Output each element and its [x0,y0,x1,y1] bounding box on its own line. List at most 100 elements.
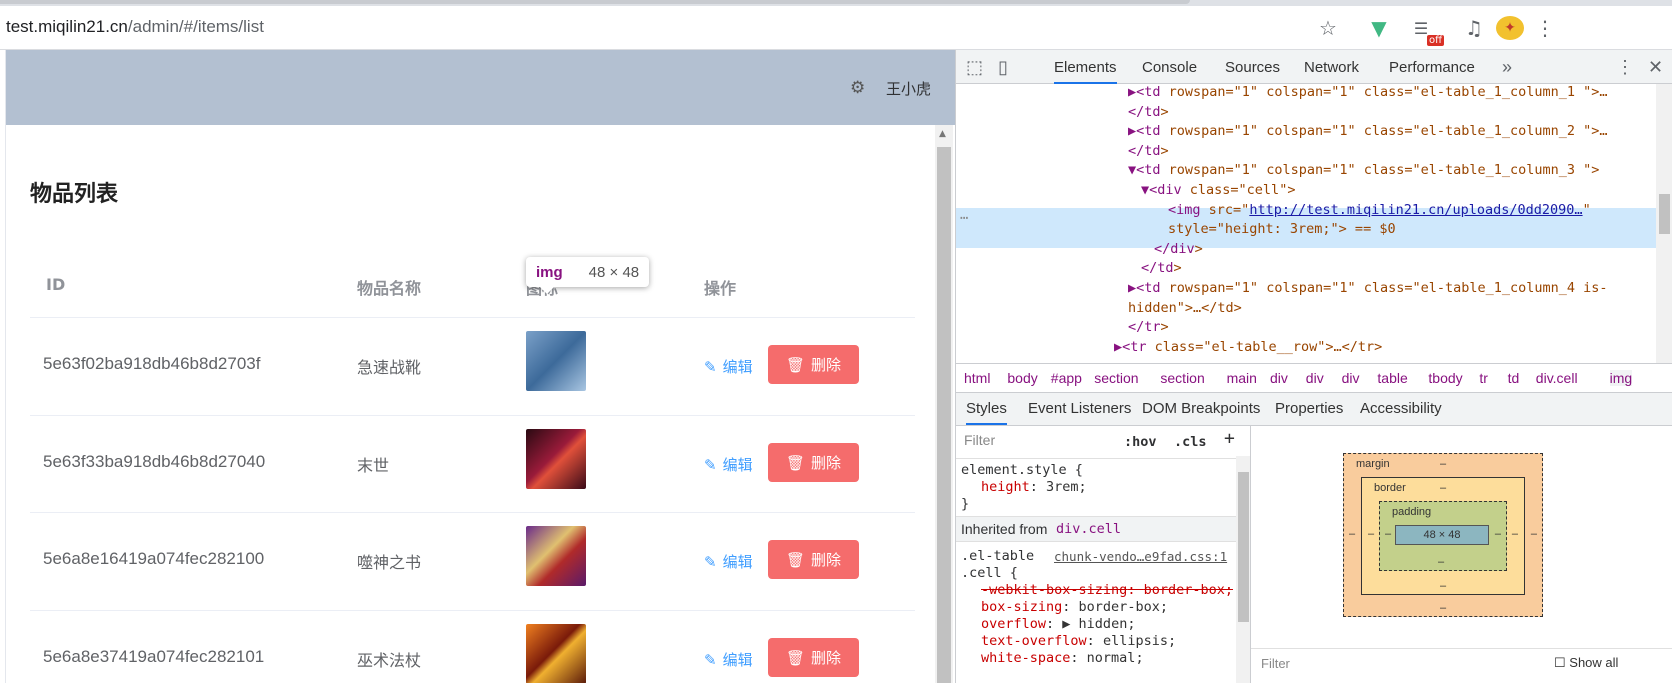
dom-node[interactable]: </div> [1154,239,1203,259]
dom-node[interactable]: <img src="http://test.miqilin21.cn/uploa… [1168,200,1591,220]
styles-pane: Filter :hov .cls + element.style { heigh… [956,426,1251,683]
app-scrollbar[interactable]: ▲ [935,125,953,683]
item-id: 5e6a8e16419a074fec282100 [43,549,265,568]
item-icon-staff [526,624,586,683]
dom-node[interactable]: ▼<div class="cell"> [1141,180,1295,200]
url-text[interactable]: test.miqilin21.cn/admin/#/items/list [6,17,264,37]
device-toolbar-icon[interactable]: ▯ [998,57,1008,78]
settings-gear-icon[interactable]: ⚙ [850,78,865,98]
app-header: ⚙ 王小虎 [6,50,955,125]
edit-icon: ✎ [704,455,717,474]
breadcrumb-item[interactable]: table [1377,370,1407,386]
menu-kebab-icon[interactable]: ⋮ [1535,16,1555,40]
dom-node[interactable]: ▼<td rowspan="1" colspan="1" class="el-t… [1128,160,1599,180]
tab-console[interactable]: Console [1142,59,1197,76]
dom-node[interactable]: </td> [1141,258,1182,278]
page-title: 物品列表 [30,182,119,207]
node-actions-icon[interactable]: ⋯ [960,208,968,228]
breadcrumb-item[interactable]: div [1270,370,1288,386]
edit-button[interactable]: ✎ 编辑 [704,454,753,475]
item-id: 5e63f33ba918db46b8d27040 [43,452,266,471]
breadcrumb-item[interactable]: body [1007,370,1037,386]
delete-button[interactable]: 🗑 删除 [768,638,859,677]
tab-sources[interactable]: Sources [1225,59,1280,76]
tab-dom-breakpoints[interactable]: DOM Breakpoints [1142,400,1260,417]
delete-button[interactable]: 🗑 删除 [768,345,859,384]
edit-button[interactable]: ✎ 编辑 [704,649,753,670]
styles-tab-bar: Styles Event Listeners DOM Breakpoints P… [956,393,1672,426]
vue-devtools-icon[interactable]: ▼ [1365,16,1393,40]
breadcrumb: html body #app section section main div div div t… [956,363,1672,393]
tab-elements[interactable]: Elements [1054,59,1117,84]
dom-node[interactable]: ▶<td rowspan="1" colspan="1" class="el-t… [1128,84,1608,102]
breadcrumb-item[interactable]: #app [1051,370,1082,386]
breadcrumb-item[interactable]: main [1227,370,1257,386]
rule-source-link[interactable]: chunk-vendo…e9fad.css:1 [1054,548,1227,565]
close-devtools-icon[interactable]: ✕ [1648,57,1663,78]
devtools-tab-bar: ⬚ ▯ Elements Console Sources Network Per… [956,50,1672,84]
column-header-actions: 操作 [704,279,737,298]
delete-button[interactable]: 🗑 删除 [768,540,859,579]
table-row: 5e6a8e16419a074fec282100 噬神之书 ✎ 编辑 🗑 删除 [30,513,915,610]
css-declaration[interactable]: white-space: normal; [981,650,1144,667]
breadcrumb-item[interactable]: section [1094,370,1138,386]
inherited-label: Inherited from [961,521,1048,537]
breadcrumb-item[interactable]: td [1508,370,1520,386]
breadcrumb-item[interactable]: tr [1479,370,1488,386]
user-name[interactable]: 王小虎 [886,78,931,99]
item-name: 噬神之书 [357,553,422,572]
hov-toggle[interactable]: :hov [1124,434,1157,451]
dom-node[interactable]: style="height: 3rem;"> == $0 [1168,219,1396,239]
tab-event-listeners[interactable]: Event Listeners [1028,400,1131,417]
breadcrumb-item[interactable]: div [1306,370,1324,386]
playlist-icon[interactable]: ♫ [1460,16,1488,40]
breadcrumb-item[interactable]: div.cell [1536,370,1578,386]
breadcrumb-item[interactable]: div [1342,370,1360,386]
address-bar[interactable]: test.miqilin21.cn/admin/#/items/list ☆ ▼… [0,6,1672,50]
edit-icon: ✎ [704,650,717,669]
more-tabs-icon[interactable]: » [1502,57,1512,78]
extension-list-icon[interactable]: ☰ off [1404,16,1444,46]
dom-node[interactable]: </td> [1128,102,1169,122]
item-id: 5e63f02ba918db46b8d2703f [43,354,261,373]
devtools-menu-icon[interactable]: ⋮ [1616,57,1634,78]
tab-properties[interactable]: Properties [1275,400,1343,417]
bookmark-star-icon[interactable]: ☆ [1314,16,1342,40]
inspect-cursor-icon[interactable]: ⬚ [966,57,983,78]
cls-toggle[interactable]: .cls [1174,434,1207,451]
rule-selector: .cell { [961,565,1018,581]
inherited-from-link[interactable]: div.cell [1056,521,1121,538]
dom-scrollbar[interactable] [1656,84,1672,363]
tab-styles[interactable]: Styles [966,400,1007,425]
new-rule-icon[interactable]: + [1224,430,1235,448]
css-declaration[interactable]: text-overflow: ellipsis; [981,633,1176,650]
dom-node[interactable]: ▶<tr class="el-table__row">…</tr> [1114,337,1382,357]
dom-node[interactable]: </tr> [1128,317,1169,337]
item-name: 巫术法杖 [357,651,422,670]
breadcrumb-item[interactable]: html [964,370,990,386]
computed-filter-input[interactable]: Filter [1261,656,1290,671]
breadcrumb-item[interactable]: img [1609,370,1633,386]
css-declaration[interactable]: -webkit-box-sizing: border-box; [981,582,1233,599]
delete-button[interactable]: 🗑 删除 [768,443,859,482]
breadcrumb-item[interactable]: section [1160,370,1204,386]
tab-performance[interactable]: Performance [1389,59,1475,76]
box-content[interactable]: 48 × 48 [1395,525,1489,545]
admin-app: ⚙ 王小虎 物品列表 ID 物品名称 图标 操作 5e63f02ba918db4… [5,50,955,683]
show-all-checkbox[interactable]: ☐ Show all [1554,655,1618,671]
tab-accessibility[interactable]: Accessibility [1360,400,1442,417]
breadcrumb-item[interactable]: tbody [1428,370,1462,386]
dom-node[interactable]: ▶<td rowspan="1" colspan="1" class="el-t… [1128,278,1608,298]
edit-button[interactable]: ✎ 编辑 [704,551,753,572]
table-row: 5e63f33ba918db46b8d27040 末世 ✎ 编辑 🗑 删除 [30,416,915,513]
dom-node[interactable]: </td> [1128,141,1169,161]
dom-node[interactable]: ▶<td rowspan="1" colspan="1" class="el-t… [1128,121,1608,141]
profile-avatar-icon[interactable]: ✦ [1496,16,1524,40]
css-declaration[interactable]: overflow: ▶ hidden; [981,616,1135,633]
dom-node[interactable]: hidden">…</td> [1128,298,1242,318]
css-declaration[interactable]: box-sizing: border-box; [981,599,1168,616]
styles-filter-input[interactable]: Filter [964,432,995,448]
css-declaration[interactable]: height: 3rem; [981,479,1087,496]
edit-button[interactable]: ✎ 编辑 [704,356,753,377]
tab-network[interactable]: Network [1304,59,1359,76]
